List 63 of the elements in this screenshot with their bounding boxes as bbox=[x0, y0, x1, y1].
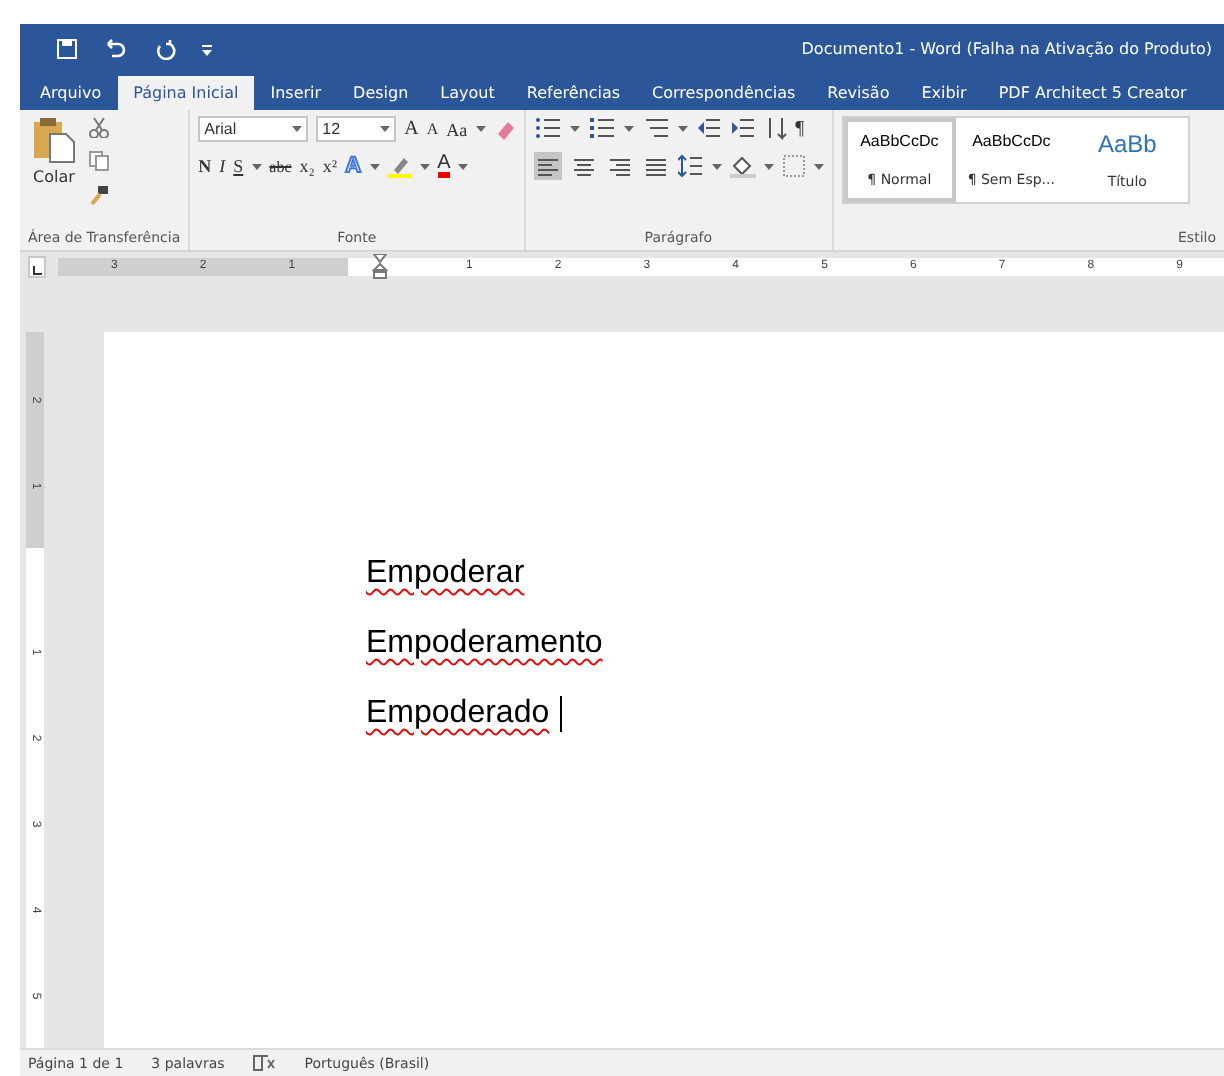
tab-selector[interactable] bbox=[28, 255, 46, 277]
customize-arrow-icon[interactable] bbox=[200, 39, 214, 57]
font-name-field[interactable]: Arial bbox=[198, 116, 309, 142]
dropdown-arrow-icon[interactable] bbox=[251, 163, 262, 169]
dropdown-arrow-icon[interactable] bbox=[419, 163, 430, 169]
superscript-button[interactable]: x² bbox=[322, 156, 338, 176]
italic-button[interactable]: I bbox=[219, 156, 226, 176]
dropdown-arrow-icon[interactable] bbox=[623, 125, 634, 131]
ribbon-tab[interactable]: Arquivo bbox=[24, 76, 118, 110]
line-spacing-icon[interactable] bbox=[677, 154, 704, 178]
ribbon-tab[interactable]: Inserir bbox=[254, 76, 338, 110]
sort-icon[interactable] bbox=[763, 116, 788, 140]
ribbon-tab[interactable]: Revisão bbox=[811, 76, 906, 110]
align-button[interactable] bbox=[533, 152, 562, 180]
shrink-font-button[interactable]: A bbox=[426, 120, 439, 138]
clipboard-icon bbox=[32, 116, 76, 164]
highlighter-icon[interactable] bbox=[387, 154, 412, 178]
numbering-icon[interactable] bbox=[587, 116, 616, 140]
dropdown-arrow-icon[interactable] bbox=[569, 125, 580, 131]
ribbon-tab[interactable]: Página Inicial bbox=[117, 76, 255, 110]
proofing-icon[interactable] bbox=[252, 1054, 277, 1072]
document-text: Empoderar bbox=[366, 555, 525, 591]
show-formatting-button[interactable]: ¶ bbox=[795, 117, 805, 139]
dropdown-arrow-icon bbox=[292, 126, 303, 132]
window-title: Documento1 - Word (Falha na Ativação do Produto) bbox=[801, 39, 1212, 57]
dropdown-arrow-icon[interactable] bbox=[763, 163, 774, 169]
dropdown-arrow-icon[interactable] bbox=[813, 163, 824, 169]
bold-button[interactable]: N bbox=[198, 156, 212, 176]
dropdown-arrow-icon[interactable] bbox=[677, 125, 688, 131]
decrease-indent-icon[interactable] bbox=[695, 116, 722, 140]
bullets-icon[interactable] bbox=[533, 116, 562, 140]
document-text: Empoderado bbox=[366, 695, 550, 731]
dropdown-arrow-icon[interactable] bbox=[369, 163, 380, 169]
underline-button[interactable]: S bbox=[233, 156, 244, 176]
save-icon[interactable] bbox=[56, 37, 78, 59]
font-size-field[interactable]: 12 bbox=[316, 116, 397, 142]
strikethrough-button[interactable]: abc bbox=[269, 157, 292, 175]
format-painter-icon[interactable] bbox=[88, 184, 110, 206]
ribbon-tab[interactable]: Referências bbox=[510, 76, 637, 110]
dropdown-arrow-icon[interactable] bbox=[475, 126, 486, 132]
copy-icon[interactable] bbox=[88, 150, 110, 172]
left-tab-icon bbox=[31, 265, 42, 275]
ribbon-tab[interactable]: PDF Architect 5 Creator bbox=[982, 76, 1203, 110]
cut-icon[interactable] bbox=[88, 116, 110, 138]
grow-font-button[interactable]: A bbox=[404, 118, 419, 140]
increase-indent-icon[interactable] bbox=[729, 116, 756, 140]
dropdown-arrow-icon[interactable] bbox=[458, 163, 469, 169]
change-case-button[interactable]: Aa bbox=[446, 119, 468, 139]
paste-button[interactable]: Colar bbox=[28, 116, 80, 230]
dropdown-arrow-icon[interactable] bbox=[711, 163, 722, 169]
ribbon-tab[interactable]: Layout bbox=[424, 76, 511, 110]
subscript-button[interactable]: x₂ bbox=[299, 156, 315, 176]
ribbon-tab[interactable]: Design bbox=[337, 76, 425, 110]
undo-icon[interactable] bbox=[102, 37, 130, 59]
document-text: Empoderamento bbox=[366, 625, 603, 661]
indent-marker-icon[interactable] bbox=[372, 253, 389, 279]
ribbon-tab[interactable]: Exibir bbox=[905, 76, 983, 110]
ribbon-tab[interactable]: Correspondências bbox=[636, 76, 812, 110]
redo-icon[interactable] bbox=[154, 37, 176, 59]
dropdown-arrow-icon bbox=[380, 126, 391, 132]
shading-icon[interactable] bbox=[729, 154, 756, 178]
font-color-button[interactable]: A bbox=[437, 154, 451, 178]
multilevel-list-icon[interactable] bbox=[641, 116, 670, 140]
